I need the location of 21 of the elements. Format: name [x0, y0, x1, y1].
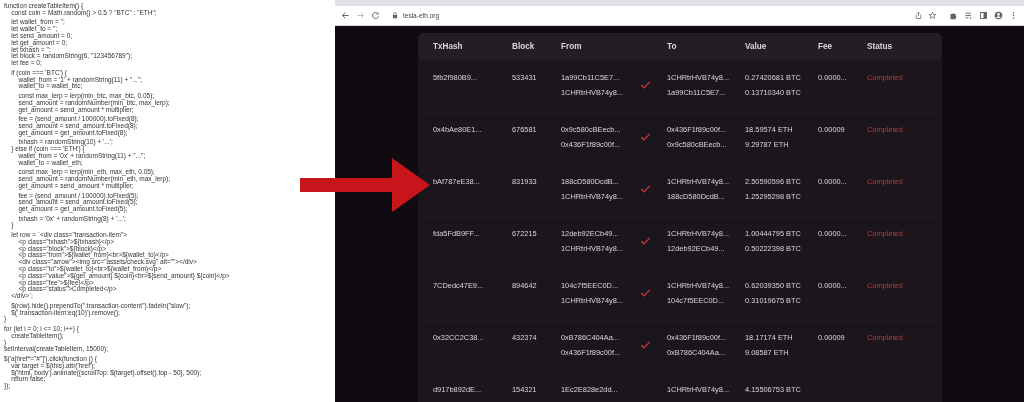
star-icon[interactable] — [928, 11, 937, 20]
check-icon — [640, 81, 651, 89]
reload-icon[interactable] — [371, 11, 380, 20]
sidebar-icon[interactable] — [979, 11, 988, 20]
check-icon — [640, 289, 651, 297]
column-header: Fee — [818, 42, 834, 51]
column-header: TxHash — [433, 42, 464, 51]
playlist-icon[interactable] — [964, 11, 973, 20]
lock-icon — [392, 12, 398, 19]
column-header: Status — [867, 42, 894, 51]
profile-icon[interactable] — [994, 11, 1003, 20]
check-icon — [640, 341, 651, 349]
check-icon — [640, 237, 651, 245]
back-icon[interactable] — [341, 11, 350, 20]
column-header: Block — [512, 42, 536, 51]
check-icon — [640, 133, 651, 141]
column-header: To — [667, 42, 678, 51]
column-header: Value — [745, 42, 768, 51]
column-header: From — [561, 42, 583, 51]
share-icon[interactable] — [914, 11, 923, 20]
check-icon — [640, 185, 651, 193]
